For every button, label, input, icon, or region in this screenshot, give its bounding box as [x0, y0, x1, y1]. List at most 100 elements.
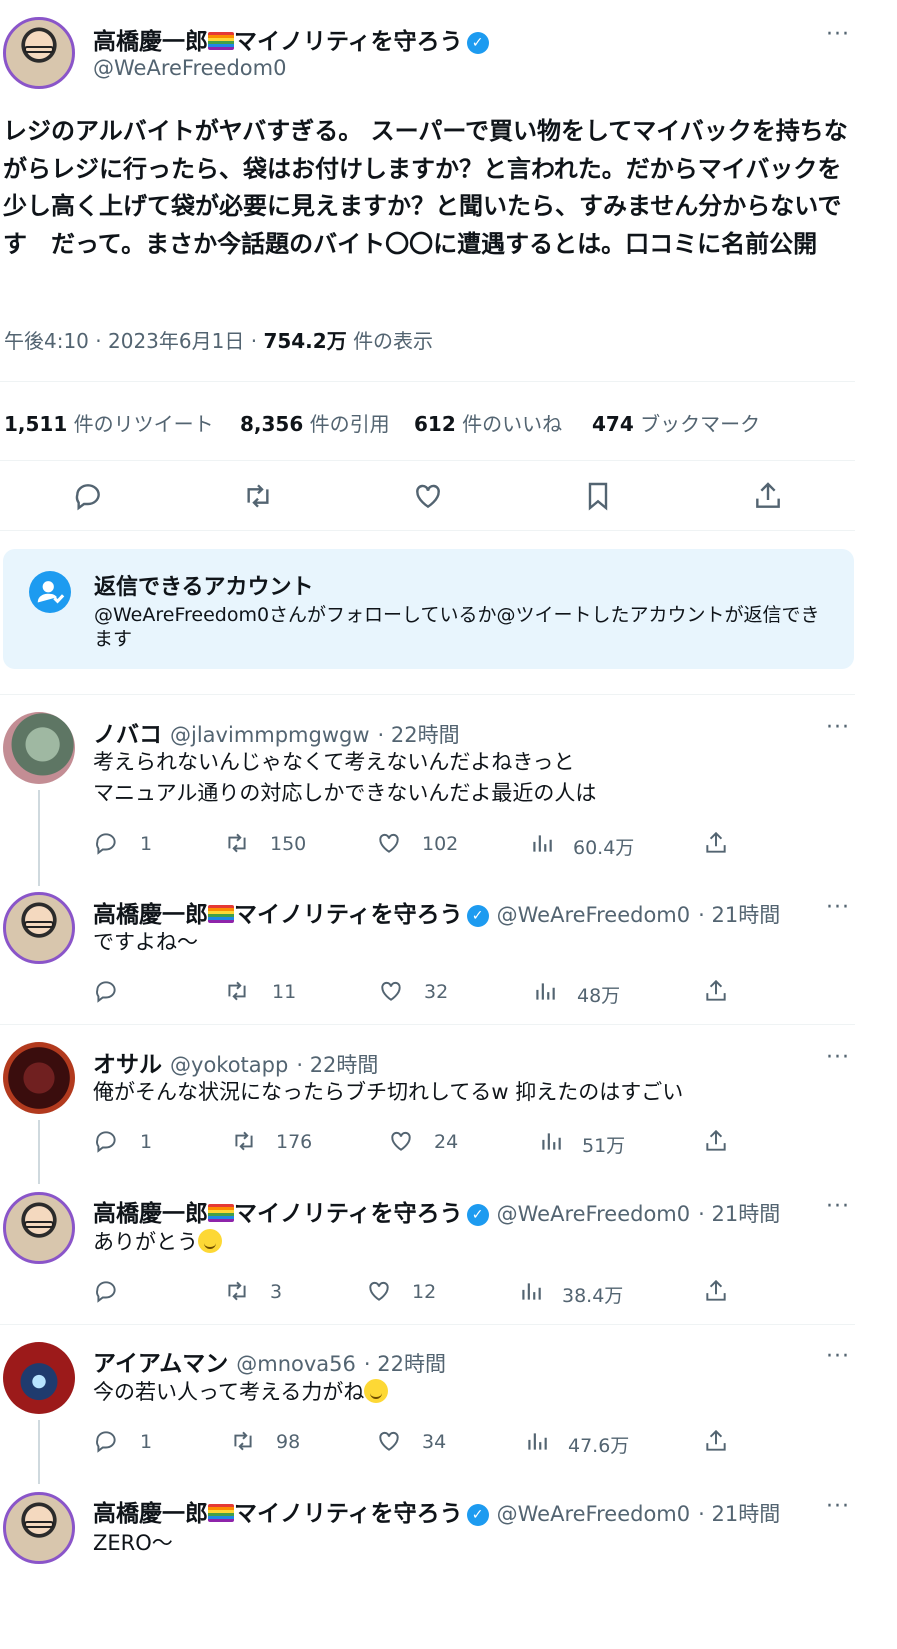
- retweet-icon[interactable]: [224, 978, 250, 1004]
- reply-avatar[interactable]: [3, 1192, 75, 1264]
- person-check-icon: [29, 571, 71, 613]
- reply-avatar[interactable]: [3, 1342, 75, 1414]
- views-count: 38.4万: [562, 1285, 624, 1307]
- retweet-count: 176: [276, 1131, 313, 1153]
- reply-avatar[interactable]: [3, 712, 75, 784]
- reply-icon[interactable]: [72, 480, 104, 512]
- reply-author-name[interactable]: 高橋慶一郎 マイノリティを守ろう ✓ @WeAreFreedom0 · 21時間: [93, 1194, 780, 1228]
- verified-badge-icon: ✓: [466, 32, 489, 54]
- reply-author-name[interactable]: 高橋慶一郎 マイノリティを守ろう ✓ @WeAreFreedom0 · 21時間: [93, 1494, 780, 1528]
- author-avatar[interactable]: [3, 17, 75, 89]
- more-dots-icon[interactable]: ···: [826, 1494, 850, 1519]
- tweet-time[interactable]: 午後4:10: [4, 329, 89, 353]
- retweet-icon[interactable]: [224, 830, 250, 856]
- reply-avatar[interactable]: [3, 892, 75, 964]
- views-icon[interactable]: [518, 1278, 544, 1304]
- more-dots-icon[interactable]: ···: [826, 1045, 850, 1070]
- reply-author-name-suffix: マイノリティを守ろう: [234, 902, 463, 928]
- reply-author-handle: @mnova56: [236, 1352, 356, 1376]
- share-icon[interactable]: [703, 1428, 729, 1454]
- reply-time: · 21時間: [698, 903, 781, 927]
- reply-count: 1: [140, 833, 153, 855]
- tweet-meta: 午後4:10 · 2023年6月1日 · 754.2万 件の表示: [4, 329, 434, 353]
- reply-icon[interactable]: [93, 978, 119, 1004]
- retweet-icon[interactable]: [231, 1128, 257, 1154]
- reply-author-handle: @jlavimmpmgwgw: [170, 723, 370, 747]
- reply-text: 今の若い人って考える力がね: [93, 1377, 389, 1408]
- reply-author-handle: @WeAreFreedom0: [496, 1202, 691, 1226]
- avatar-glasses: [24, 1221, 54, 1228]
- reply-author-name-text: ノバコ: [93, 722, 162, 748]
- author-name[interactable]: 高橋慶一郎 マイノリティを守ろう ✓: [93, 22, 489, 56]
- reply-time: · 22時間: [363, 1352, 446, 1376]
- verified-badge-icon: ✓: [466, 1504, 489, 1526]
- reply-icon[interactable]: [93, 1428, 119, 1454]
- more-dots-icon[interactable]: ···: [826, 1344, 850, 1369]
- reply-avatar[interactable]: [3, 1492, 75, 1564]
- retweet-icon[interactable]: [224, 1278, 250, 1304]
- views-icon[interactable]: [532, 978, 558, 1004]
- reply-author-name-text: オサル: [93, 1052, 162, 1078]
- banner-title: 返信できるアカウント: [94, 575, 314, 600]
- reply-icon[interactable]: [93, 1278, 119, 1304]
- divider: [0, 530, 855, 531]
- retweets-label: 件のリツイート: [73, 412, 214, 436]
- avatar-glasses: [24, 1521, 54, 1528]
- tweet-date[interactable]: 2023年6月1日: [108, 329, 244, 353]
- retweet-icon[interactable]: [242, 480, 274, 512]
- author-name-suffix: マイノリティを守ろう: [234, 29, 463, 55]
- quotes-stat[interactable]: 8,356 件の引用: [240, 408, 390, 437]
- views-icon[interactable]: [538, 1128, 564, 1154]
- more-dots-icon[interactable]: ···: [826, 895, 850, 920]
- like-count: 34: [422, 1431, 447, 1453]
- reply-text-line: 今の若い人って考える力がね: [93, 1380, 365, 1404]
- retweet-count: 3: [270, 1281, 283, 1303]
- reply-author-name[interactable]: 高橋慶一郎 マイノリティを守ろう ✓ @WeAreFreedom0 · 21時間: [93, 895, 780, 929]
- reply-time: · 22時間: [377, 723, 460, 747]
- like-count: 102: [422, 833, 459, 855]
- like-icon[interactable]: [376, 1428, 402, 1454]
- share-icon[interactable]: [703, 1278, 729, 1304]
- reply-avatar[interactable]: [3, 1042, 75, 1114]
- reply-author-name[interactable]: ノバコ @jlavimmpmgwgw · 22時間: [93, 715, 460, 749]
- more-dots-icon[interactable]: ···: [826, 715, 850, 740]
- reply-restriction-banner: 返信できるアカウント @WeAreFreedom0さんがフォローしているか@ツイ…: [3, 549, 854, 669]
- rainbow-flag-icon: [208, 905, 234, 923]
- like-icon[interactable]: [412, 480, 444, 512]
- reply-author-name[interactable]: オサル @yokotapp · 22時間: [93, 1045, 378, 1079]
- retweet-count: 150: [270, 833, 307, 855]
- reply-icon[interactable]: [93, 1128, 119, 1154]
- more-dots-icon[interactable]: ···: [826, 1194, 850, 1219]
- views-icon[interactable]: [524, 1428, 550, 1454]
- reply-icon[interactable]: [93, 830, 119, 856]
- reply-count: 1: [140, 1431, 153, 1453]
- author-handle[interactable]: @WeAreFreedom0: [93, 56, 286, 80]
- likes-stat[interactable]: 612 件のいいね: [414, 408, 562, 437]
- rainbow-flag-icon: [208, 32, 234, 50]
- avatar-glasses: [24, 921, 54, 928]
- like-icon[interactable]: [388, 1128, 414, 1154]
- pensive-face-emoji-icon: [364, 1379, 389, 1403]
- like-icon[interactable]: [376, 830, 402, 856]
- bookmarks-stat[interactable]: 474 ブックマーク: [592, 408, 760, 437]
- retweets-count: 1,511: [4, 412, 68, 436]
- reply-author-name-suffix: マイノリティを守ろう: [234, 1501, 463, 1527]
- reply-text-line: マニュアル通りの対応しかできないんだよ最近の人は: [93, 781, 597, 805]
- share-icon[interactable]: [703, 1128, 729, 1154]
- retweets-stat[interactable]: 1,511 件のリツイート: [4, 408, 214, 437]
- share-icon[interactable]: [752, 480, 784, 512]
- reply-time: · 22時間: [296, 1053, 379, 1077]
- views-icon[interactable]: [529, 830, 555, 856]
- retweet-icon[interactable]: [230, 1428, 256, 1454]
- reply-count: 1: [140, 1131, 153, 1153]
- more-dots-icon[interactable]: ···: [826, 22, 850, 47]
- like-icon[interactable]: [366, 1278, 392, 1304]
- reply-text: ですよね〜: [93, 930, 198, 954]
- like-icon[interactable]: [378, 978, 404, 1004]
- reply-author-name[interactable]: アイアムマン @mnova56 · 22時間: [93, 1344, 446, 1378]
- views-count: 48万: [577, 985, 621, 1007]
- like-count: 12: [412, 1281, 437, 1303]
- share-icon[interactable]: [703, 978, 729, 1004]
- share-icon[interactable]: [703, 830, 729, 856]
- bookmark-icon[interactable]: [582, 480, 614, 512]
